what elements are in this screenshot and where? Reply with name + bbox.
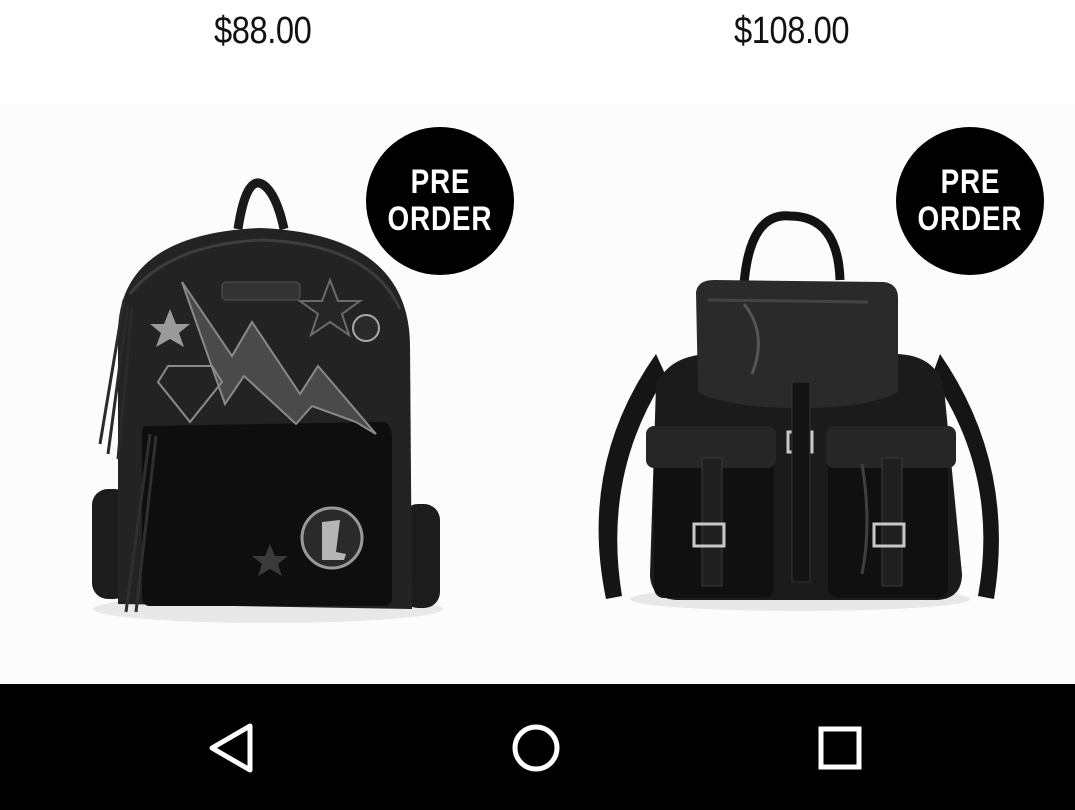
square-recents-icon — [818, 726, 862, 770]
product-price: $108.00 — [734, 10, 850, 52]
badge-line-1: PRE — [410, 163, 470, 201]
system-navigation-bar — [0, 684, 1075, 810]
home-button[interactable] — [488, 712, 584, 782]
triangle-back-icon — [209, 723, 253, 773]
product-card-patent-backpack[interactable]: PRE ORDER — [538, 104, 1075, 684]
product-card-studded-backpack[interactable]: PRE ORDER — [0, 104, 537, 684]
back-button[interactable] — [184, 712, 280, 782]
badge-line-2: ORDER — [387, 200, 493, 238]
badge-line-2: ORDER — [917, 200, 1023, 238]
badge-line-1: PRE — [940, 163, 1000, 201]
pre-order-badge: PRE ORDER — [366, 127, 514, 275]
product-price: $88.00 — [214, 10, 312, 52]
pre-order-badge: PRE ORDER — [896, 127, 1044, 275]
circle-home-icon — [512, 724, 560, 772]
recents-button[interactable] — [792, 712, 888, 782]
